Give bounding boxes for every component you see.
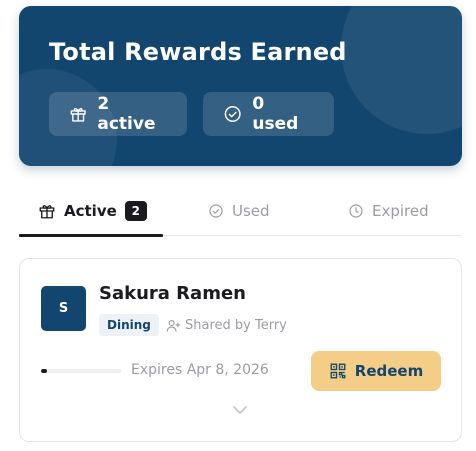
shared-by: Shared by Terry [166, 314, 287, 336]
avatar: S [41, 286, 86, 331]
used-count-label: 0 used [252, 94, 299, 134]
tab-label: Active [64, 202, 117, 220]
redeem-button[interactable]: Redeem [311, 351, 441, 391]
tab-label: Expired [372, 202, 429, 220]
expiry-progress-fill [41, 369, 48, 373]
expiry-date: Expires Apr 8, 2026 [131, 362, 269, 378]
used-count-chip: 0 used [203, 92, 334, 136]
redeem-label: Redeem [354, 362, 424, 380]
banner-title: Total Rewards Earned [49, 38, 347, 66]
check-circle-icon [209, 204, 223, 218]
gift-icon [39, 205, 55, 219]
expiry-progress-bar [41, 369, 121, 373]
clock-icon [349, 204, 363, 218]
chevron-down-icon[interactable] [231, 404, 249, 416]
tab-count-badge: 2 [124, 201, 147, 221]
check-circle-icon [224, 106, 241, 122]
rewards-summary-banner: Total Rewards Earned 2 active 0 used [19, 6, 462, 166]
category-badge: Dining [99, 314, 159, 336]
user-plus-icon [166, 319, 181, 332]
reward-title: Sakura Ramen [99, 283, 246, 304]
shared-by-label: Shared by Terry [185, 317, 287, 333]
reward-card[interactable]: S Sakura Ramen Dining Shared by Terry Ex… [19, 258, 462, 442]
active-count-chip: 2 active [49, 92, 187, 136]
decorative-circle [341, 6, 462, 134]
tab-active[interactable]: Active 2 [19, 186, 163, 237]
reward-tabs: Active 2 Used Expired [19, 186, 462, 237]
tab-used[interactable]: Used [208, 186, 270, 236]
gift-icon [70, 108, 86, 122]
active-count-label: 2 active [97, 94, 156, 134]
tab-expired[interactable]: Expired [348, 186, 429, 236]
tab-label: Used [232, 202, 270, 220]
qr-code-icon [330, 363, 346, 379]
active-tab-indicator [19, 234, 163, 237]
